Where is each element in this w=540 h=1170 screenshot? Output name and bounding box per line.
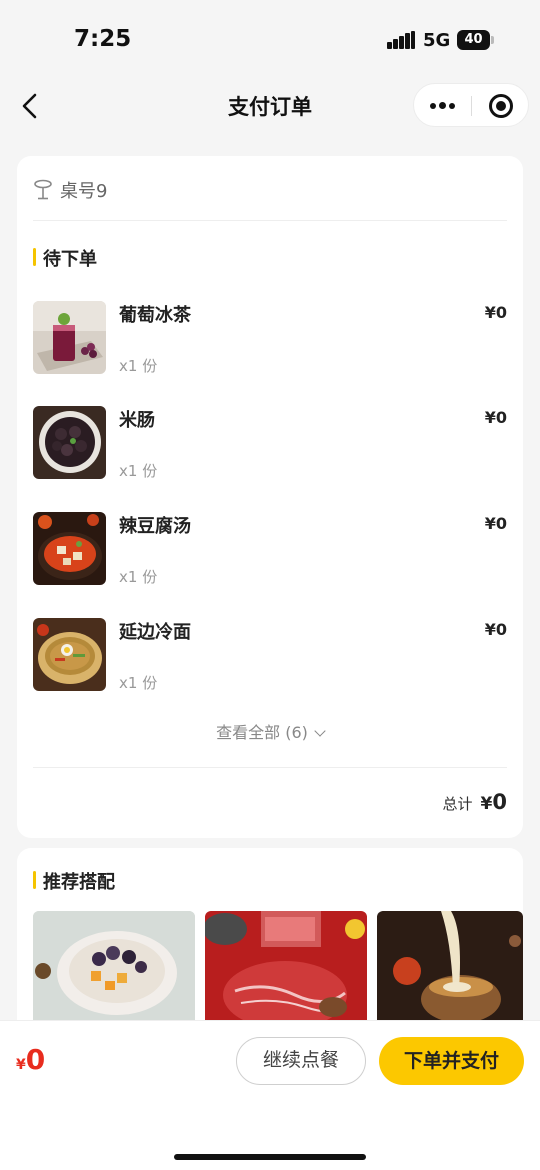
item-name: 延边冷面 bbox=[119, 622, 191, 643]
list-item[interactable]: 葡萄冰茶 x1 份 ¥0 bbox=[33, 301, 507, 377]
continue-ordering-button[interactable]: 继续点餐 bbox=[236, 1037, 366, 1085]
divider bbox=[33, 220, 507, 221]
battery-level: 40 bbox=[464, 32, 483, 47]
item-name: 米肠 bbox=[119, 410, 155, 431]
list-item[interactable]: 米肠 x1 份 ¥0 bbox=[33, 406, 507, 482]
item-price: ¥0 bbox=[484, 514, 507, 533]
recommend-image-dessert[interactable] bbox=[33, 911, 195, 1021]
item-quantity: x1 份 bbox=[119, 462, 158, 480]
item-price: ¥0 bbox=[484, 620, 507, 639]
total-label: 总计 bbox=[442, 795, 473, 813]
chevron-down-icon bbox=[314, 725, 326, 737]
order-and-pay-button[interactable]: 下单并支付 bbox=[379, 1037, 524, 1085]
recommend-image-beef[interactable] bbox=[205, 911, 367, 1021]
item-name: 辣豆腐汤 bbox=[119, 516, 191, 537]
nav-bar: 支付订单 bbox=[0, 78, 540, 134]
mini-program-capsule bbox=[413, 83, 529, 127]
divider bbox=[33, 767, 507, 768]
total-currency: ¥ bbox=[480, 794, 493, 814]
view-all-label: 查看全部 (6) bbox=[216, 723, 308, 742]
close-mini-program-button[interactable] bbox=[489, 94, 513, 118]
capsule-divider bbox=[471, 96, 472, 116]
table-label: 桌号9 bbox=[60, 181, 108, 202]
status-bar: 7:25 5G 40 bbox=[0, 0, 540, 78]
home-indicator[interactable] bbox=[174, 1154, 366, 1160]
pay-amount: ¥0 bbox=[16, 1043, 45, 1076]
item-image-rice-sausage bbox=[33, 406, 106, 479]
list-item[interactable]: 延边冷面 x1 份 ¥0 bbox=[33, 618, 507, 694]
status-time: 7:25 bbox=[74, 26, 132, 52]
item-price: ¥0 bbox=[484, 408, 507, 427]
item-image-grape-tea bbox=[33, 301, 106, 374]
item-name: 葡萄冰茶 bbox=[119, 305, 191, 326]
recommend-title: 推荐搭配 bbox=[33, 868, 115, 894]
bottom-bar: ¥0 继续点餐 下单并支付 bbox=[0, 1020, 540, 1170]
table-icon bbox=[34, 179, 52, 200]
total-value: 0 bbox=[492, 790, 507, 814]
more-button[interactable] bbox=[414, 84, 472, 126]
signal-icon bbox=[387, 31, 415, 49]
amount-value: 0 bbox=[25, 1043, 46, 1076]
amount-currency: ¥ bbox=[16, 1057, 26, 1073]
order-card: 桌号9 待下单 葡萄冰茶 x1 份 ¥0 米肠 x1 份 ¥0 辣豆腐汤 x1 … bbox=[17, 156, 523, 838]
item-price: ¥0 bbox=[484, 303, 507, 322]
list-item[interactable]: 辣豆腐汤 x1 份 ¥0 bbox=[33, 512, 507, 588]
target-icon bbox=[496, 101, 506, 111]
battery-icon: 40 bbox=[457, 30, 490, 50]
recommend-image-soup-pot[interactable] bbox=[377, 911, 523, 1021]
item-quantity: x1 份 bbox=[119, 357, 158, 375]
item-quantity: x1 份 bbox=[119, 568, 158, 586]
battery-tip bbox=[491, 36, 494, 44]
order-total: 总计 ¥0 bbox=[443, 790, 507, 814]
recommend-card: 推荐搭配 bbox=[17, 848, 523, 1048]
view-all-button[interactable]: 查看全部 (6) bbox=[17, 719, 523, 743]
pending-title: 待下单 bbox=[33, 245, 97, 271]
item-image-tofu-soup bbox=[33, 512, 106, 585]
item-quantity: x1 份 bbox=[119, 674, 158, 692]
network-label: 5G bbox=[423, 30, 451, 51]
item-image-cold-noodles bbox=[33, 618, 106, 691]
